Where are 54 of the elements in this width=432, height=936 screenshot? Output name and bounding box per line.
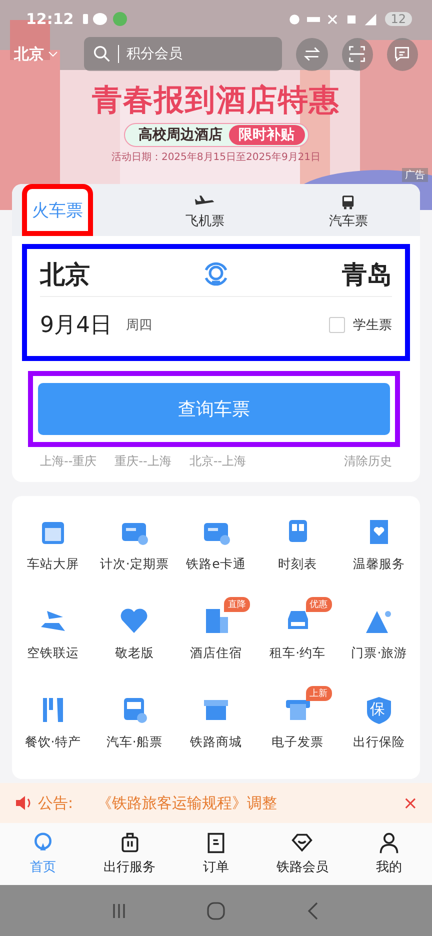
service-item[interactable]: 敬老版 (94, 599, 176, 686)
service-item[interactable]: 空铁联运 (12, 599, 94, 686)
nav-tab[interactable]: 铁路会员 (259, 823, 346, 885)
ticket-tab[interactable]: 汽车票 (276, 184, 420, 236)
signal-icon (364, 12, 377, 26)
document-icon (205, 832, 228, 854)
swap-arrows-icon (303, 45, 321, 63)
banner-dates: 活动日期：2025年8月15日至2025年9月21日 (111, 150, 321, 164)
status-time: 12:12 (26, 10, 74, 28)
service-item[interactable]: 计次·定期票 (94, 510, 176, 597)
service-item[interactable]: 车站大屏 (12, 510, 94, 597)
ticket-tab[interactable]: 飞机票 (133, 184, 276, 236)
service-item[interactable]: 直降 酒店住宿 (175, 599, 257, 686)
service-item[interactable]: 时刻表 (256, 510, 338, 597)
banner-badge: 限时补贴 (228, 125, 304, 145)
person-icon (378, 832, 400, 854)
home-icon[interactable] (206, 900, 226, 920)
service-item[interactable]: 温馨服务 (338, 510, 420, 597)
departure-city[interactable]: 北京 (40, 258, 90, 290)
travel-date[interactable]: 9月4日 (40, 310, 112, 340)
banner-subtitle: 高校周边酒店 (138, 126, 222, 144)
caret-icon (48, 51, 58, 57)
service-item[interactable]: 保 出行保险 (338, 688, 420, 775)
notice-label: 公告: (38, 794, 74, 812)
search-field[interactable]: 积分会员 (84, 37, 282, 71)
service-item[interactable]: 门票·旅游 (338, 599, 420, 686)
promo-badge: 直降 (224, 597, 250, 612)
nav-tab[interactable]: 订单 (172, 823, 260, 885)
switch-button[interactable] (296, 38, 328, 70)
message-button[interactable] (386, 38, 418, 70)
shield-glyph: 保 (370, 700, 386, 719)
scan-icon (348, 45, 366, 63)
scan-button[interactable] (342, 38, 373, 70)
arrival-city[interactable]: 青岛 (342, 258, 392, 290)
service-item[interactable]: 优惠 租车·约车 (256, 599, 338, 686)
student-checkbox[interactable] (329, 317, 345, 333)
service-item[interactable]: 铁路商城 (175, 688, 257, 775)
student-ticket-label: 学生票 (353, 317, 392, 334)
service-item[interactable]: 汽车·船票 (94, 688, 176, 775)
weekday-label: 周四 (126, 317, 152, 334)
service-item[interactable]: 铁路e卡通 (175, 510, 257, 597)
message-icon (393, 45, 412, 63)
nav-tab[interactable]: 我的 (346, 823, 432, 885)
search-icon (93, 45, 112, 63)
promo-badge: 优惠 (306, 597, 332, 612)
service-item[interactable]: 上新 电子发票 (256, 688, 338, 775)
mute-icon (326, 12, 339, 26)
banner-headline: 青春报到酒店特惠 (92, 82, 340, 120)
ad-label: 广告 (402, 168, 428, 182)
close-button[interactable]: × (402, 792, 418, 814)
service-item[interactable]: 餐饮·特产 (12, 688, 94, 775)
diamond-icon (291, 832, 314, 854)
promo-badge: 上新 (306, 686, 332, 701)
nav-tab[interactable]: 出行服务 (86, 823, 173, 885)
